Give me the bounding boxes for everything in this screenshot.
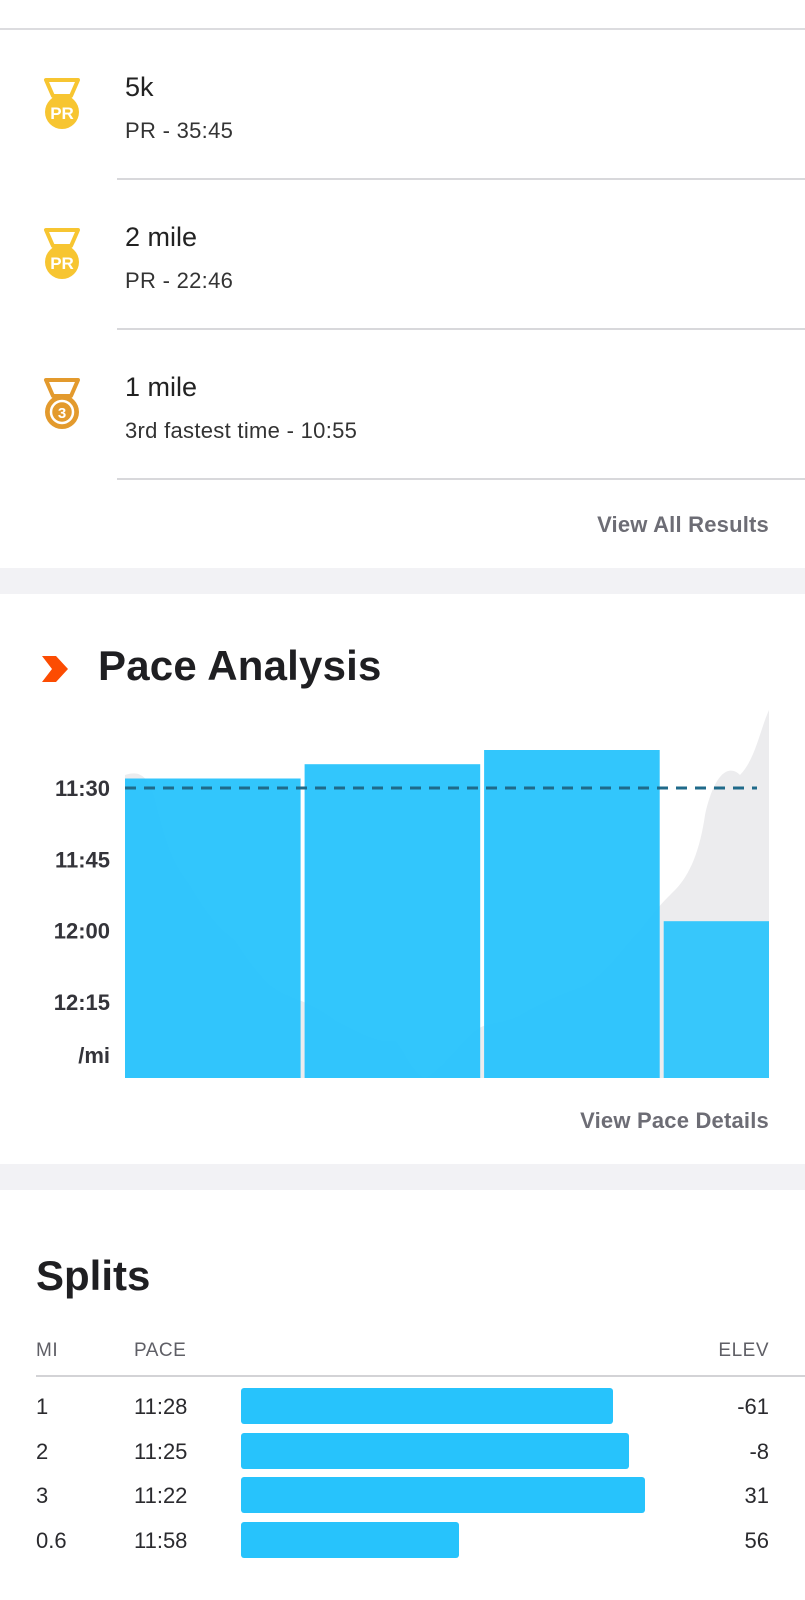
split-mile: 2 (36, 1438, 49, 1464)
splits-header-divider (36, 1375, 805, 1377)
splits-header-elev: ELEV (718, 1340, 769, 1361)
achievement-row[interactable]: 3 1 mile 3rd fastest time - 10:55 (0, 330, 805, 480)
medal-label: PR (50, 254, 74, 273)
achievement-subtitle: PR - 35:45 (125, 118, 234, 143)
pr-medal-icon: PR (44, 228, 80, 279)
achievement-subtitle: 3rd fastest time - 10:55 (125, 418, 358, 443)
split-mile: 1 (36, 1394, 49, 1419)
view-pace-details-link[interactable]: View Pace Details (580, 1108, 769, 1134)
achievement-subtitle: PR - 22:46 (125, 268, 234, 293)
pace-bar[interactable] (484, 750, 660, 1078)
pace-chart[interactable]: 11:30 11:45 12:00 12:15/mi (0, 700, 805, 1100)
split-pace-bar (241, 1388, 613, 1424)
split-mile: 0.6 (36, 1527, 67, 1553)
y-tick-label: 11:45 (55, 847, 110, 872)
y-tick-label: 11:30 (55, 776, 110, 801)
bronze-medal-icon: 3 (44, 378, 80, 429)
medal-label: PR (50, 104, 74, 123)
pace-chevron-icon (42, 656, 68, 682)
pr-medal-icon: PR (44, 78, 80, 129)
split-mile: 3 (36, 1483, 49, 1508)
split-pace: 11:58 (134, 1527, 188, 1553)
pace-bar[interactable] (304, 764, 481, 1078)
splits-header-mi: MI (36, 1340, 59, 1361)
split-elev: -61 (737, 1394, 769, 1419)
medal-label: 3 (58, 405, 66, 422)
achievement-title: 5k (125, 72, 154, 102)
split-pace-bar (241, 1477, 645, 1513)
split-pace: 11:28 (134, 1394, 188, 1419)
split-pace: 11:25 (134, 1438, 188, 1464)
view-all-results-link[interactable]: View All Results (597, 512, 769, 538)
y-tick-label: 12:15 (54, 990, 110, 1015)
achievement-divider (117, 478, 805, 480)
achievement-title: 2 mile (125, 222, 198, 252)
section-gap (0, 1164, 805, 1190)
achievement-row[interactable]: PR 5k PR - 35:45 (0, 30, 805, 180)
y-unit-label: /mi (78, 1043, 110, 1068)
splits-header-pace: PACE (134, 1340, 187, 1361)
y-tick-label: 12:00 (54, 919, 110, 944)
pace-bar[interactable] (125, 778, 301, 1079)
split-elev: 56 (744, 1527, 769, 1553)
section-gap (0, 568, 805, 594)
pace-bar[interactable] (663, 921, 769, 1078)
splits-title: Splits (36, 1252, 151, 1299)
split-pace: 11:22 (134, 1483, 188, 1508)
pace-analysis-title: Pace Analysis (98, 642, 382, 689)
achievement-title: 1 mile (125, 372, 198, 402)
split-pace-bar (241, 1432, 629, 1469)
split-pace-bar (241, 1521, 459, 1558)
achievement-row[interactable]: PR 2 mile PR - 22:46 (0, 180, 805, 330)
split-elev: 31 (744, 1483, 769, 1508)
split-elev: -8 (749, 1438, 769, 1464)
